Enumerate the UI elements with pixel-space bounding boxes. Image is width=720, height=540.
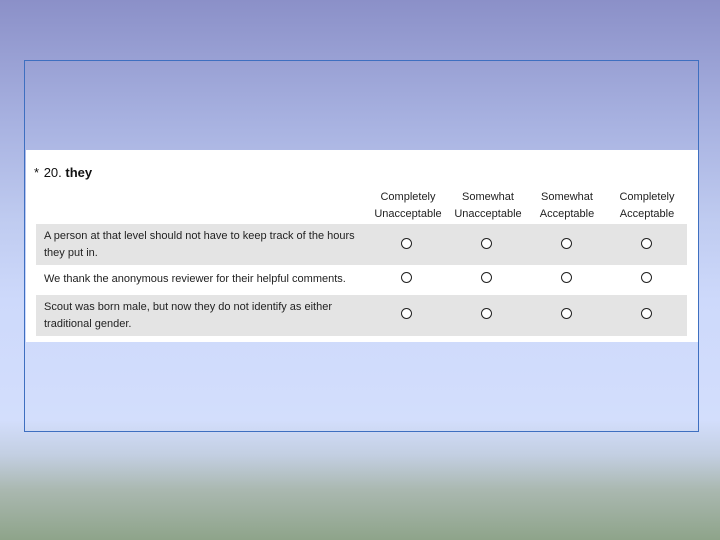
question-number: 20. — [43, 165, 62, 180]
column-header-line1: Completely — [619, 191, 675, 203]
column-header-line1: Somewhat — [462, 191, 514, 203]
column-header-somewhat-unacceptable: Somewhat Unacceptable — [448, 189, 528, 223]
column-header-line2: Unacceptable — [374, 208, 442, 220]
radio-somewhat-unacceptable[interactable] — [481, 308, 492, 319]
column-header-line1: Somewhat — [541, 191, 593, 203]
radio-completely-acceptable[interactable] — [641, 272, 652, 283]
required-marker: * — [34, 165, 40, 180]
column-header-line2: Acceptable — [539, 208, 595, 220]
question-word: they — [65, 165, 93, 180]
question-title: * 20. they — [34, 165, 92, 180]
radio-somewhat-unacceptable[interactable] — [481, 272, 492, 283]
table-row: Scout was born male, but now they do not… — [36, 295, 687, 336]
row-label: Scout was born male, but now they do not… — [44, 301, 332, 330]
column-header-line2: Acceptable — [619, 208, 675, 220]
radio-somewhat-acceptable[interactable] — [561, 308, 572, 319]
radio-somewhat-acceptable[interactable] — [561, 238, 572, 249]
radio-completely-unacceptable[interactable] — [401, 238, 412, 249]
survey-question-panel: * 20. they Completely Unacceptable Somew… — [26, 150, 698, 342]
radio-completely-acceptable[interactable] — [641, 238, 652, 249]
table-row: We thank the anonymous reviewer for thei… — [36, 265, 687, 295]
radio-somewhat-acceptable[interactable] — [561, 272, 572, 283]
column-header-line1: Completely — [380, 191, 436, 203]
radio-somewhat-unacceptable[interactable] — [481, 238, 492, 249]
column-header-completely-unacceptable: Completely Unacceptable — [368, 189, 448, 223]
table-row: A person at that level should not have t… — [36, 224, 687, 265]
radio-completely-acceptable[interactable] — [641, 308, 652, 319]
row-label: A person at that level should not have t… — [44, 230, 355, 259]
radio-completely-unacceptable[interactable] — [401, 272, 412, 283]
radio-completely-unacceptable[interactable] — [401, 308, 412, 319]
column-header-somewhat-acceptable: Somewhat Acceptable — [527, 189, 607, 223]
column-header-line2: Unacceptable — [454, 208, 522, 220]
row-label: We thank the anonymous reviewer for thei… — [44, 273, 346, 285]
column-header-completely-acceptable: Completely Acceptable — [607, 189, 687, 223]
